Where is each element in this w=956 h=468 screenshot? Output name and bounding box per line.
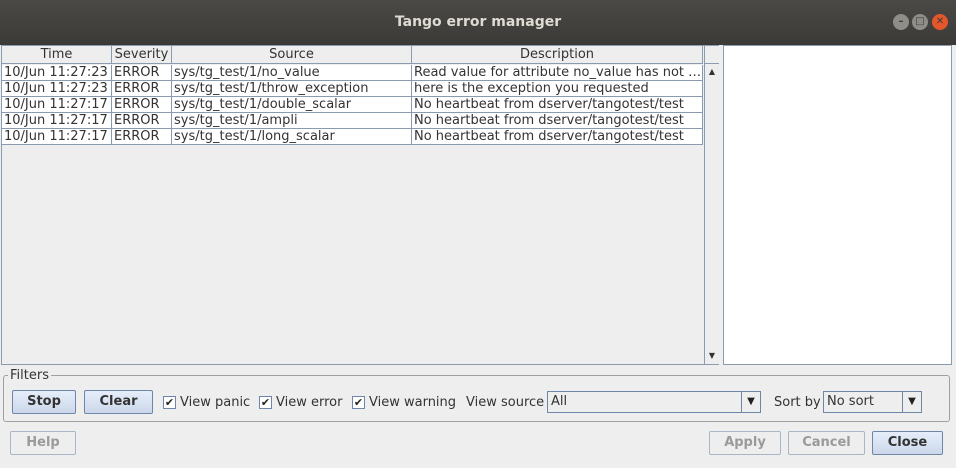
cell-source: sys/tg_test/1/long_scalar — [172, 129, 412, 144]
view-error-checkbox[interactable]: ✔ View error — [259, 395, 342, 410]
error-detail-panel[interactable] — [723, 45, 952, 365]
maximize-icon[interactable]: □ — [912, 14, 928, 30]
cell-time: 10/Jun 11:27:17 — [2, 113, 112, 128]
cell-source: sys/tg_test/1/throw_exception — [172, 81, 412, 96]
view-error-label: View error — [276, 395, 343, 410]
cell-source: sys/tg_test/1/ampli — [172, 113, 412, 128]
column-header-description[interactable]: Description — [412, 46, 703, 64]
table-row[interactable]: 10/Jun 11:27:23 ERROR sys/tg_test/1/thro… — [2, 81, 703, 97]
table-row[interactable]: 10/Jun 11:27:17 ERROR sys/tg_test/1/doub… — [2, 97, 703, 113]
sort-by-label: Sort by — [774, 395, 821, 410]
scrollbar-header-corner — [705, 46, 719, 64]
filters-legend: Filters — [8, 368, 51, 383]
cell-severity: ERROR — [112, 97, 172, 112]
table-vertical-scrollbar[interactable]: ▲ ▼ — [704, 46, 719, 364]
scroll-up-arrow-icon[interactable]: ▲ — [705, 66, 719, 78]
cell-description: No heartbeat from dserver/tangotest/test — [412, 129, 703, 144]
cell-description: Read value for attribute no_value has no… — [414, 65, 703, 80]
view-panic-checkbox[interactable]: ✔ View panic — [163, 395, 250, 410]
cell-severity: ERROR — [112, 65, 172, 80]
cell-time: 10/Jun 11:27:23 — [2, 81, 112, 96]
table-header: Time Severity Source Description — [2, 46, 703, 64]
help-button[interactable]: Help — [10, 431, 76, 455]
error-table[interactable]: Time Severity Source Description 10/Jun … — [2, 46, 703, 364]
cell-severity: ERROR — [112, 81, 172, 96]
sort-by-value: No sort — [827, 394, 874, 409]
cell-description: No heartbeat from dserver/tangotest/test — [412, 113, 703, 128]
scroll-down-arrow-icon[interactable]: ▼ — [705, 350, 719, 362]
cell-severity: ERROR — [112, 129, 172, 144]
cell-description: here is the exception you requested — [412, 81, 703, 96]
table-row[interactable]: 10/Jun 11:27:17 ERROR sys/tg_test/1/ampl… — [2, 113, 703, 129]
chevron-down-icon[interactable]: ▼ — [741, 392, 760, 412]
table-row[interactable]: 10/Jun 11:27:17 ERROR sys/tg_test/1/long… — [2, 129, 703, 145]
checkbox-checked-icon[interactable]: ✔ — [163, 396, 176, 409]
minimize-icon[interactable]: – — [893, 14, 909, 30]
cell-source: sys/tg_test/1/double_scalar — [172, 97, 412, 112]
window-title: Tango error manager — [394, 14, 562, 30]
cell-source: sys/tg_test/1/no_value — [172, 65, 412, 80]
table-row[interactable]: 10/Jun 11:27:23 ERROR sys/tg_test/1/no_v… — [2, 65, 703, 81]
close-window-icon[interactable]: ✕ — [932, 14, 948, 30]
cancel-button[interactable]: Cancel — [788, 431, 865, 455]
view-warning-label: View warning — [369, 395, 457, 410]
chevron-down-icon[interactable]: ▼ — [902, 392, 921, 412]
cell-description: No heartbeat from dserver/tangotest/test — [412, 97, 703, 112]
view-source-label: View source — [466, 395, 545, 410]
table-body: 10/Jun 11:27:23 ERROR sys/tg_test/1/no_v… — [2, 65, 703, 145]
title-bar[interactable]: Tango error manager – □ ✕ — [0, 0, 956, 45]
close-button[interactable]: Close — [872, 431, 943, 455]
clear-button[interactable]: Clear — [84, 390, 153, 414]
column-header-source[interactable]: Source — [172, 46, 412, 64]
cell-severity: ERROR — [112, 113, 172, 128]
cell-time: 10/Jun 11:27:17 — [2, 129, 112, 144]
view-warning-checkbox[interactable]: ✔ View warning — [352, 395, 456, 410]
column-header-severity[interactable]: Severity — [112, 46, 172, 64]
view-panic-label: View panic — [180, 395, 251, 410]
apply-button[interactable]: Apply — [709, 431, 781, 455]
column-header-time[interactable]: Time — [2, 46, 112, 64]
view-source-value: All — [551, 394, 568, 409]
view-source-select[interactable]: All ▼ — [547, 391, 761, 413]
checkbox-checked-icon[interactable]: ✔ — [352, 396, 365, 409]
error-table-panel: Time Severity Source Description 10/Jun … — [1, 45, 719, 365]
stop-button[interactable]: Stop — [12, 390, 76, 414]
cell-time: 10/Jun 11:27:23 — [2, 65, 112, 80]
sort-by-select[interactable]: No sort ▼ — [823, 391, 922, 413]
checkbox-checked-icon[interactable]: ✔ — [259, 396, 272, 409]
cell-time: 10/Jun 11:27:17 — [2, 97, 112, 112]
